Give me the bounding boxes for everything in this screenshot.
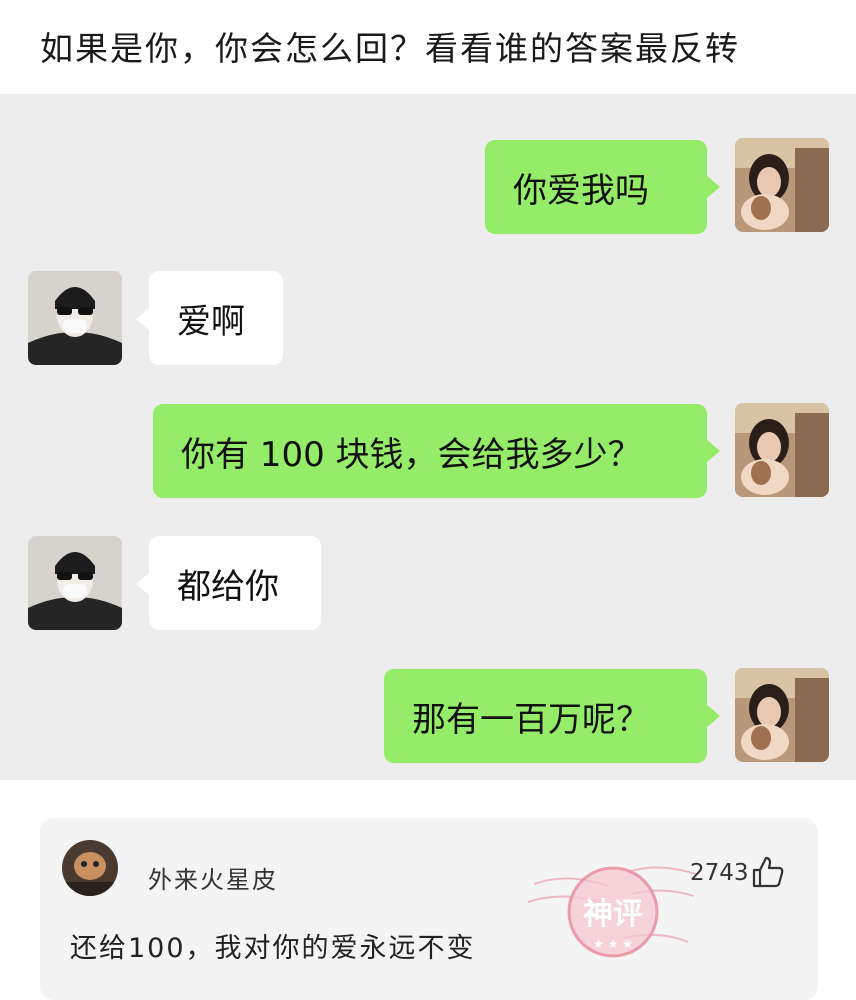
post-title: 如果是你，你会怎么回？看看谁的答案最反转 (40, 29, 740, 68)
message-bubble-self: 那有一百万呢？ (384, 669, 707, 763)
stamp-text: 神评 (583, 897, 643, 932)
comment-text: 还给100，我对你的爱永远不变 (70, 933, 476, 964)
message-text: 都给你 (177, 566, 279, 607)
godlike-comment-stamp: 神评 ★ ★ ★ (528, 866, 697, 958)
message-text: 爱啊 (177, 301, 245, 342)
avatar-girl[interactable] (735, 668, 829, 762)
bubble-tail (707, 176, 720, 198)
message-bubble-self: 你有 100 块钱，会给我多少？ (153, 404, 707, 498)
message-bubble-other: 爱啊 (149, 271, 283, 365)
bubble-tail (707, 440, 720, 462)
avatar-girl[interactable] (735, 138, 829, 232)
chat-screenshot: 你爱我吗 爱啊 你有 100 块钱，会给我多少？ 都给你 那有一百万呢？ (0, 94, 856, 780)
thumbs-up-icon[interactable] (750, 854, 786, 890)
avatar-girl[interactable] (735, 403, 829, 497)
featured-comment-card: 外来火星皮 神评 ★ ★ ★ 2743 还给100，我对你的爱永远不变 (40, 818, 818, 1000)
commenter-username[interactable]: 外来火星皮 (148, 860, 278, 895)
commenter-avatar[interactable] (62, 840, 118, 896)
bubble-tail (136, 308, 149, 330)
bubble-tail (136, 573, 149, 595)
post-header: 如果是你，你会怎么回？看看谁的答案最反转 (0, 0, 856, 94)
avatar-masked-man[interactable] (28, 536, 122, 630)
stamp-stars-icon: ★ ★ ★ (593, 937, 633, 951)
message-bubble-other: 都给你 (149, 536, 321, 630)
like-count: 2743 (690, 860, 749, 886)
message-text: 那有一百万呢？ (412, 699, 650, 740)
message-text: 你爱我吗 (513, 170, 649, 211)
bubble-tail (707, 705, 720, 727)
message-bubble-self: 你爱我吗 (485, 140, 707, 234)
message-text: 你有 100 块钱，会给我多少？ (181, 434, 642, 475)
avatar-masked-man[interactable] (28, 271, 122, 365)
